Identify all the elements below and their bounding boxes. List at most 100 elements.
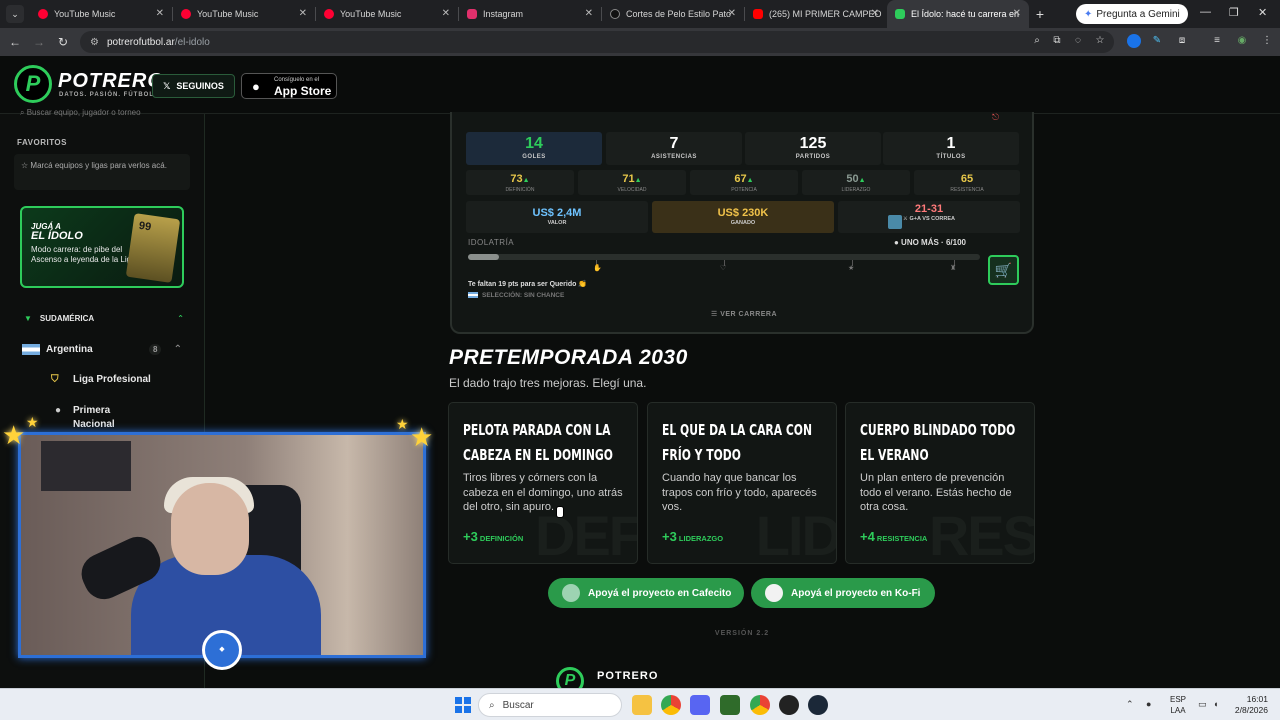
obs-icon[interactable] (779, 695, 799, 715)
rival-score: 21-31 (914, 203, 944, 215)
shop-cart-button[interactable]: 🛒 (988, 255, 1019, 285)
reload-icon[interactable]: ↻ (51, 35, 75, 49)
game-app-icon[interactable] (720, 695, 740, 715)
tab-title: YouTube Music (197, 9, 259, 19)
tray-chevron-icon[interactable]: ⌃ (1126, 699, 1134, 710)
browser-tab[interactable]: YouTube Music ✕ (30, 0, 172, 28)
install-app-icon[interactable]: ⧉ (1050, 34, 1064, 48)
language-indicator[interactable]: ESP LAA (1170, 694, 1186, 716)
upgrade-option-card[interactable]: DEF PELOTA PARADA CON LA CABEZA EN EL DO… (448, 402, 638, 564)
close-tab-icon[interactable]: ✕ (585, 8, 593, 19)
cafecito-donate-button[interactable]: Apoyá el proyecto en Cafecito (548, 578, 744, 608)
close-tab-icon[interactable]: ✕ (156, 8, 164, 19)
browser-tab[interactable]: (265) MI PRIMER CAMPEO ✕ (745, 0, 887, 28)
league-primera-nacional[interactable]: ● Primera Nacional (55, 404, 133, 432)
potrero-logo-text[interactable]: POTRERO (58, 70, 164, 93)
league-liga-profesional[interactable]: ⛉ Liga Profesional (51, 374, 151, 385)
bonus-label: RESISTENCIA (876, 534, 928, 543)
close-tab-icon[interactable]: ✕ (1013, 8, 1021, 19)
extension-icon[interactable] (1127, 34, 1141, 48)
lang-secondary: LAA (1170, 706, 1186, 715)
bonus-value: +3 (463, 529, 478, 544)
close-window-icon[interactable]: ✕ (1258, 6, 1267, 19)
donate-label: Apoyá el proyecto en Ko-Fi (791, 587, 921, 599)
extension-icon[interactable]: ✎ (1150, 34, 1164, 48)
maximize-icon[interactable]: ❐ (1229, 6, 1239, 19)
browser-tab[interactable]: Cortes de Pelo Estilo Pato ✕ (602, 0, 744, 28)
bonus-value: +3 (662, 529, 677, 544)
appstore-label: App Store (274, 84, 332, 98)
close-tab-icon[interactable]: ✕ (442, 8, 450, 19)
windows-start-icon[interactable] (455, 697, 471, 713)
taskbar-clock[interactable]: 16:01 2/8/2026 (1232, 694, 1268, 716)
x-logo-icon: 𝕏 (163, 80, 171, 91)
browser-tab-active[interactable]: El Ídolo: hacé tu carrera en ✕ (887, 0, 1029, 28)
upgrade-option-card[interactable]: LID EL QUE DA LA CARA CON FRÍO Y TODO Cu… (647, 402, 837, 564)
profile-avatar[interactable]: ◉ (1235, 34, 1249, 48)
reading-list-icon[interactable]: ≡ (1210, 34, 1224, 48)
potrero-logo-icon[interactable]: P (14, 65, 52, 103)
browser-tab[interactable]: YouTube Music ✕ (316, 0, 458, 28)
sidebar-search-input[interactable]: ⌕ Buscar equipo, jugador o torneo (20, 108, 190, 122)
chrome-icon[interactable] (661, 695, 681, 715)
youtube-music-icon (324, 9, 334, 19)
attr-value: 50 (846, 173, 859, 185)
exit-icon[interactable]: ⎋ (992, 112, 1006, 122)
milestone-star-icon: ★ (848, 265, 855, 272)
close-tab-icon[interactable]: ✕ (728, 8, 736, 19)
points-message: Te faltan 19 pts para ser Querido 👏 (468, 281, 588, 288)
option-title: PELOTA PARADA CON LA CABEZA EN EL DOMING… (463, 421, 613, 464)
file-explorer-icon[interactable] (632, 695, 652, 715)
bookmark-star-icon[interactable]: ☆ (1093, 34, 1107, 48)
tab-title: Cortes de Pelo Estilo Pato (626, 9, 732, 19)
network-icon[interactable]: ▭ (1198, 699, 1207, 710)
discord-icon[interactable] (690, 695, 710, 715)
menu-dots-icon[interactable]: ⋮ (1260, 34, 1274, 48)
el-idolo-promo-card[interactable]: JUGÁ A EL ÍDOLO Modo carrera: de pibe de… (20, 206, 184, 288)
upgrade-option-card[interactable]: RES CUERPO BLINDADO TODO EL VERANO Un pl… (845, 402, 1035, 564)
close-tab-icon[interactable]: ✕ (299, 8, 307, 19)
chrome-icon[interactable] (750, 695, 770, 715)
minimize-icon[interactable]: — (1200, 6, 1211, 18)
back-icon[interactable]: ← (3, 35, 27, 49)
steam-icon[interactable] (808, 695, 828, 715)
bonus-value: +4 (860, 529, 875, 544)
favorites-empty-text: Marcá equipos y ligas para verlos acá. (30, 161, 167, 170)
money-value: US$ 2,4M (532, 207, 582, 219)
option-bonus: +4 RESISTENCIA (860, 529, 927, 544)
league-dot-icon: ● (55, 405, 62, 416)
bonus-label: LIDERAZGO (678, 534, 724, 543)
site-info-icon[interactable]: ⚙ (90, 37, 99, 48)
tab-search-icon[interactable]: ⌄ (6, 5, 24, 23)
view-career-link[interactable]: ☰ VER CARRERA (452, 310, 1036, 318)
region-sudamerica[interactable]: ▼ SUDAMÉRICA ⌃ (24, 314, 184, 323)
follow-x-button[interactable]: 𝕏 SEGUINOS (152, 74, 235, 98)
attr-value: 73 (510, 173, 523, 185)
browser-tab[interactable]: YouTube Music ✕ (173, 0, 315, 28)
browser-tab[interactable]: Instagram ✕ (459, 0, 601, 28)
idolatry-progress-fill (468, 254, 499, 260)
country-count-badge: 8 (149, 344, 162, 355)
chevron-up-icon: ⌃ (173, 344, 182, 355)
attr-label: DEFINICIÓN (505, 187, 535, 193)
tab-title: (265) MI PRIMER CAMPEO (769, 9, 882, 19)
search-placeholder: Buscar equipo, jugador o torneo (26, 108, 141, 117)
kofi-donate-button[interactable]: Apoyá el proyecto en Ko-Fi (751, 578, 935, 608)
taskbar-search-label: Buscar (502, 699, 534, 711)
new-tab-button[interactable]: + (1029, 6, 1051, 22)
taskbar-search-input[interactable]: ⌕ Buscar (478, 693, 622, 717)
extensions-puzzle-icon[interactable]: ⧈ (1175, 34, 1189, 48)
address-bar[interactable]: ⚙ potrerofutbol.ar/el-idolo (80, 31, 1114, 53)
app-store-button[interactable]: ● Consíguelo en el App Store (241, 73, 337, 99)
attr-value: 67 (734, 173, 747, 185)
mouse-cursor (556, 506, 564, 518)
eye-off-icon[interactable]: ◌ (1071, 34, 1085, 48)
forward-icon[interactable]: → (27, 35, 51, 49)
follow-label: SEGUINOS (176, 81, 224, 91)
microphone-icon[interactable]: ● (1146, 699, 1151, 709)
close-tab-icon[interactable]: ✕ (871, 8, 879, 19)
gemini-button[interactable]: ✦ Pregunta a Gemini (1076, 4, 1188, 24)
zoom-icon[interactable]: ⌕ (1030, 34, 1044, 48)
volume-icon[interactable]: ◖ (1213, 699, 1218, 709)
country-argentina[interactable]: Argentina 8 ⌃ (22, 344, 182, 355)
